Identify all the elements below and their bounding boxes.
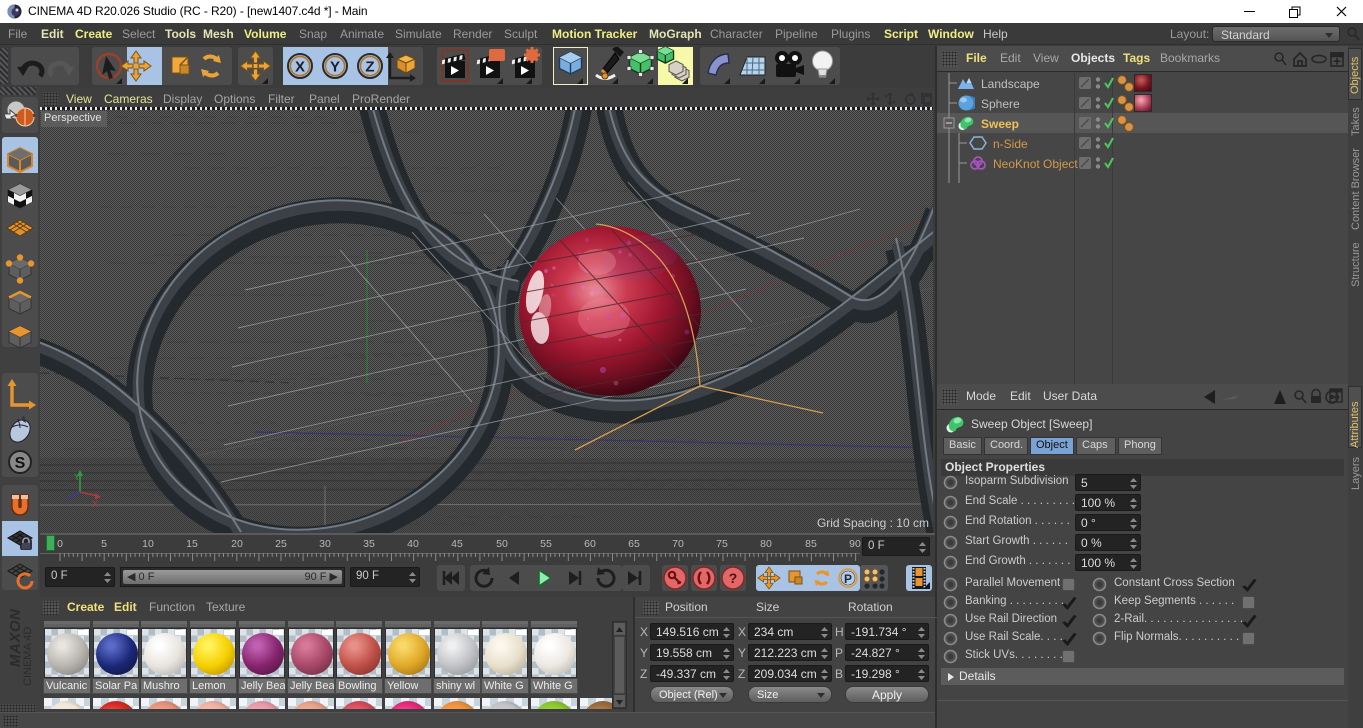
svg-text:Y: Y [74,472,80,482]
svg-text:P: P [844,572,852,586]
svg-text:Grid Spacing : 10 cm: Grid Spacing : 10 cm [817,516,929,530]
svg-text:X: X [92,499,98,509]
svg-text:?: ? [729,570,738,586]
svg-text:S: S [15,455,26,472]
